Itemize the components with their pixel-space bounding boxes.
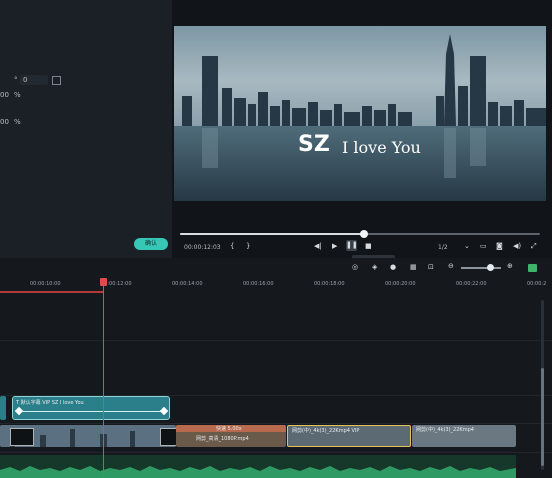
timeline-toolbar: ◎ ◈ ● ▦ ⊡ ⊖ ⊕	[0, 258, 552, 278]
clip-b-label: 网剪_高清_1080P.mp4	[196, 436, 249, 442]
title-clip-keyframe-line	[19, 411, 167, 412]
clip-drag-handle-icon[interactable]	[10, 428, 34, 446]
monitor-icon[interactable]: ▭	[480, 242, 487, 250]
video-clip-b[interactable]: 快速 5.00x 网剪_高清_1080P.mp4	[176, 425, 286, 447]
scale-value: 00	[0, 91, 9, 99]
rotation-input[interactable]: 0	[20, 75, 48, 85]
scale-unit: %	[14, 91, 21, 99]
zoom-slider[interactable]	[461, 264, 501, 271]
ruler-tick-label: 00:00:20:00	[385, 281, 416, 287]
pause-button[interactable]: ❚❚	[346, 240, 358, 251]
chevron-down-icon[interactable]: ⌄	[464, 242, 470, 250]
playback-progress[interactable]	[180, 230, 540, 238]
ruler-tick-label: 00:00:10:00	[30, 281, 61, 287]
keyframe-diamond-icon[interactable]	[14, 406, 24, 416]
zoom-slider-handle[interactable]	[487, 264, 494, 271]
title-clip-label: T 默认字幕 VIP SZ I love You	[16, 400, 84, 406]
rotation-symbol: °	[14, 76, 18, 84]
timecode: 00:00:12:03	[184, 244, 221, 251]
render-icon[interactable]: ◎	[352, 263, 358, 271]
timeline-scrollbar[interactable]	[541, 300, 544, 470]
track-divider	[0, 340, 552, 341]
playhead-handle[interactable]	[100, 278, 107, 286]
confirm-button[interactable]: 确认	[134, 238, 168, 250]
preview-video: SZ I love You	[174, 26, 546, 201]
ruler-tick-label: 00:00:16:00	[243, 281, 274, 287]
rotation-value: 0	[23, 76, 28, 84]
play-icon[interactable]: ▶	[332, 242, 337, 250]
title-clip[interactable]: T 默认字幕 VIP SZ I love You	[12, 396, 170, 420]
shield-icon[interactable]: ◈	[372, 263, 377, 271]
audio-track[interactable]	[0, 455, 516, 478]
snapshot-icon[interactable]: ⊡	[428, 263, 434, 271]
ruler-tick-label: 00:00:2	[527, 281, 547, 287]
played-range	[0, 291, 103, 293]
video-title-main: SZ	[298, 132, 330, 157]
zoom-in-icon[interactable]: ⊕	[507, 262, 513, 270]
quality-select[interactable]: 1/2	[438, 244, 448, 251]
fullscreen-icon[interactable]: ⤢	[531, 242, 537, 251]
ruler-tick-label: 00:00:18:00	[314, 281, 345, 287]
keyframe-icon[interactable]	[52, 76, 61, 85]
volume-icon[interactable]: ◀)	[513, 242, 521, 250]
ruler-tick-label: 00:00:14:00	[172, 281, 203, 287]
zoom-out-icon[interactable]: ⊖	[448, 262, 454, 270]
mark-in-icon[interactable]: {	[230, 242, 234, 250]
title-clip-stub[interactable]	[0, 396, 6, 420]
ruler-tick-label: 00:00:22:00	[456, 281, 487, 287]
video-clip-c[interactable]: 网剪(中)_4k(3)_22Kmp4 VIP	[287, 425, 411, 447]
progress-fill	[180, 233, 364, 235]
audio-meter-icon[interactable]	[528, 264, 537, 272]
camera-icon[interactable]: ◙	[496, 242, 503, 250]
playhead[interactable]	[103, 278, 104, 478]
video-clip-d[interactable]: 网剪(中)_4k(3)_22Kmp4	[412, 425, 516, 447]
track-divider	[0, 423, 552, 424]
clip-c-label: 网剪(中)_4k(3)_22Kmp4 VIP	[292, 428, 360, 434]
mic-icon[interactable]: ●	[390, 263, 396, 271]
opacity-value: 00	[0, 118, 9, 126]
speed-label: 快速 5.00x	[216, 426, 242, 432]
stop-icon[interactable]: ■	[365, 242, 372, 250]
timeline-scrollbar-thumb[interactable]	[541, 368, 544, 466]
progress-handle[interactable]	[359, 230, 368, 238]
video-title-sub: I love You	[342, 138, 421, 157]
properties-panel: ° 0 00 % 00 % 确认	[0, 0, 172, 258]
opacity-unit: %	[14, 118, 21, 126]
keyframe-diamond-icon[interactable]	[159, 406, 169, 416]
mark-out-icon[interactable]: }	[246, 242, 250, 250]
timeline-tracks	[0, 294, 552, 478]
clip-d-label: 网剪(中)_4k(3)_22Kmp4	[416, 427, 474, 433]
marker-icon[interactable]: ▦	[410, 263, 417, 271]
prev-frame-icon[interactable]: ◀|	[314, 242, 322, 250]
track-divider	[0, 452, 552, 453]
